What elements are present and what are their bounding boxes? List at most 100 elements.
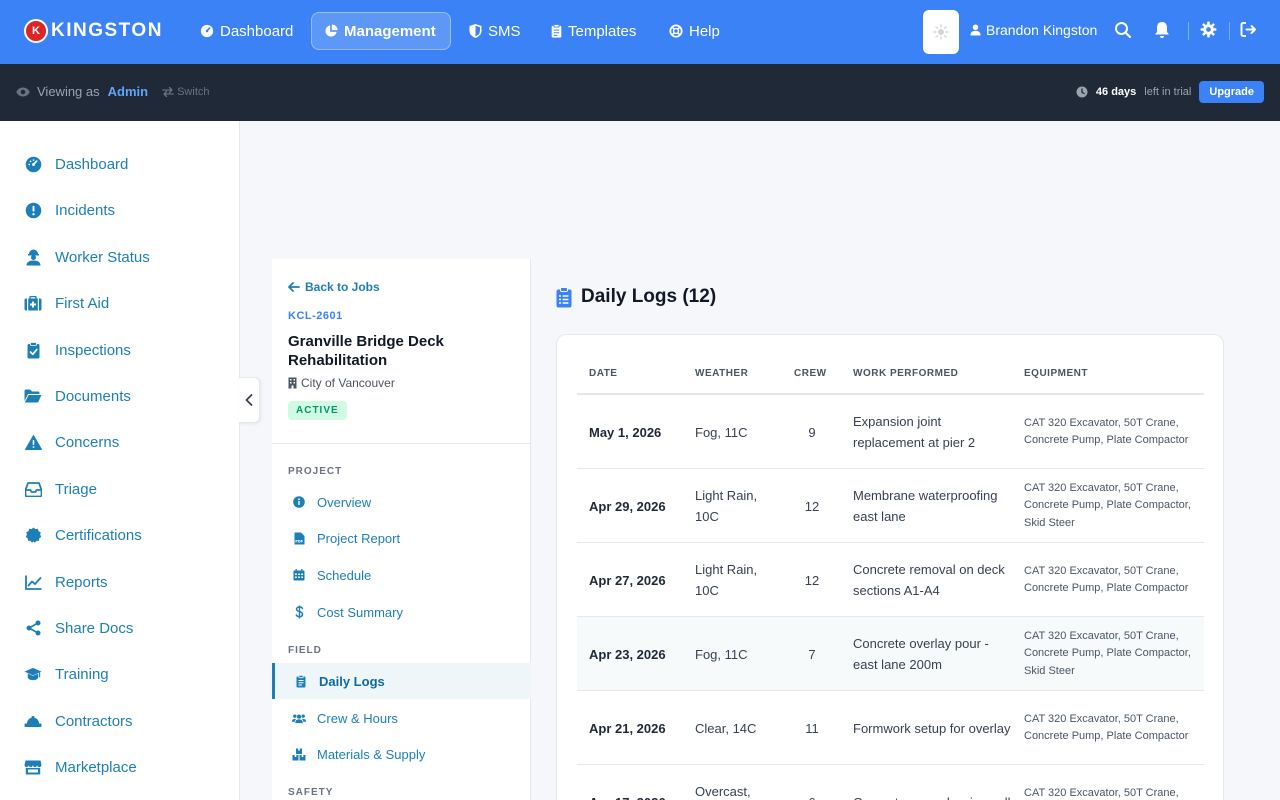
chevron-left-icon bbox=[245, 394, 253, 406]
column-header-equipment[interactable]: EQUIPMENT bbox=[1024, 368, 1088, 379]
job-client-label: City of Vancouver bbox=[301, 376, 395, 390]
job-code: KCL-2601 bbox=[288, 310, 343, 322]
column-header-crew[interactable]: CREW bbox=[794, 368, 827, 379]
sidebar-item-label: Certifications bbox=[55, 526, 142, 544]
gauge-icon bbox=[24, 156, 42, 173]
sidebar-item-concerns[interactable]: Concerns bbox=[24, 430, 119, 454]
sidebar-item-marketplace[interactable]: Marketplace bbox=[24, 755, 137, 779]
sidebar-item-dashboard[interactable]: Dashboard bbox=[24, 152, 128, 176]
share-icon bbox=[24, 620, 42, 636]
back-label: Back to Jobs bbox=[305, 280, 380, 294]
job-nav-cost-summary[interactable]: Cost Summary bbox=[272, 594, 531, 630]
table-row[interactable]: Apr 27, 2026 Light Rain, 10C 12 Concrete… bbox=[577, 543, 1204, 617]
sidebar-item-worker-status[interactable]: Worker Status bbox=[24, 245, 150, 269]
sidebar-item-inspections[interactable]: Inspections bbox=[24, 338, 131, 362]
brand-logo[interactable]: K KINGSTON bbox=[24, 19, 163, 43]
user-icon bbox=[970, 24, 981, 36]
cell-date: Apr 17, 2026 bbox=[589, 765, 689, 800]
sidebar-item-share-docs[interactable]: Share Docs bbox=[24, 616, 133, 640]
switch-label: Switch bbox=[177, 85, 210, 98]
sidebar-item-label: Dashboard bbox=[55, 155, 129, 173]
cell-crew: 12 bbox=[804, 498, 820, 514]
job-nav-schedule[interactable]: Schedule bbox=[272, 557, 531, 593]
job-nav-label: Overview bbox=[317, 494, 372, 510]
cell-weather: Light Rain, 10C bbox=[695, 562, 758, 598]
table-row[interactable]: Apr 23, 2026 Fog, 11C 7 Concrete overlay… bbox=[577, 617, 1204, 691]
column-header-weather[interactable]: WEATHER bbox=[695, 368, 748, 379]
cell-date: Apr 27, 2026 bbox=[589, 572, 666, 588]
cell-date: Apr 29, 2026 bbox=[589, 498, 666, 514]
sidebar-item-label: First Aid bbox=[55, 294, 110, 312]
table-row[interactable]: Apr 21, 2026 Clear, 14C 11 Formwork setu… bbox=[577, 691, 1204, 765]
boxes-icon bbox=[292, 748, 306, 761]
sidebar-item-label: Concerns bbox=[55, 433, 120, 451]
job-nav-crew-hours[interactable]: Crew & Hours bbox=[272, 700, 531, 736]
table-row[interactable]: Apr 17, 2026 Overcast, 12C 6 Concrete po… bbox=[577, 765, 1204, 800]
switch-role-button[interactable]: Switch bbox=[162, 85, 210, 98]
sidebar-item-contractors[interactable]: Contractors bbox=[24, 709, 133, 733]
topnav-sms[interactable]: SMS bbox=[457, 12, 533, 50]
sidebar-item-label: Worker Status bbox=[55, 248, 150, 266]
sidebar-item-label: Incidents bbox=[55, 201, 116, 219]
topnav-templates[interactable]: Templates bbox=[539, 12, 648, 50]
job-nav-label: Schedule bbox=[317, 567, 372, 583]
pie-chart-icon bbox=[324, 24, 338, 38]
user-menu[interactable]: Brandon Kingston bbox=[970, 22, 1097, 38]
gear-icon[interactable] bbox=[1200, 21, 1217, 38]
calendar-icon bbox=[292, 569, 306, 581]
topnav-dashboard-label: Dashboard bbox=[220, 22, 294, 40]
back-to-jobs-link[interactable]: Back to Jobs bbox=[288, 280, 380, 294]
topnav-management[interactable]: Management bbox=[311, 12, 451, 50]
sidebar-item-training[interactable]: Training bbox=[24, 662, 109, 686]
cell-equipment: CAT 320 Excavator, 50T Crane, Concrete P… bbox=[1024, 481, 1191, 529]
sidebar-item-first-aid[interactable]: First Aid bbox=[24, 291, 109, 315]
gauge-icon bbox=[200, 24, 214, 38]
job-client: City of Vancouver bbox=[288, 376, 395, 390]
sidebar-item-certifications[interactable]: Certifications bbox=[24, 523, 142, 547]
cell-work: Formwork setup for overlay bbox=[853, 720, 1011, 736]
sidebar-item-documents[interactable]: Documents bbox=[24, 384, 131, 408]
topnav-templates-label: Templates bbox=[568, 22, 637, 40]
job-nav-label: Project Report bbox=[317, 530, 401, 546]
section-project-heading: PROJECT bbox=[288, 466, 343, 477]
bell-icon[interactable] bbox=[1154, 21, 1170, 39]
cell-weather: Light Rain, 10C bbox=[695, 488, 758, 524]
clipboard-list-icon bbox=[556, 286, 572, 308]
search-icon[interactable] bbox=[1114, 21, 1132, 39]
column-header-date[interactable]: DATE bbox=[589, 368, 617, 379]
job-nav-project-report[interactable]: PDF Project Report bbox=[272, 520, 531, 556]
sun-icon bbox=[933, 24, 949, 40]
table-row[interactable]: Apr 29, 2026 Light Rain, 10C 12 Membrane… bbox=[577, 469, 1204, 543]
logout-icon[interactable] bbox=[1240, 21, 1257, 38]
cell-equipment: CAT 320 Excavator, 50T Crane, Concrete P… bbox=[1024, 786, 1179, 799]
sidebar-item-incidents[interactable]: Incidents bbox=[24, 198, 115, 222]
job-nav-overview[interactable]: Overview bbox=[272, 484, 531, 520]
sidebar-item-reports[interactable]: Reports bbox=[24, 570, 108, 594]
job-nav-label: Daily Logs bbox=[319, 673, 385, 689]
upgrade-button[interactable]: Upgrade bbox=[1199, 81, 1264, 103]
clock-icon bbox=[1076, 86, 1088, 98]
cell-date: Apr 21, 2026 bbox=[589, 720, 666, 736]
topnav-dashboard[interactable]: Dashboard bbox=[188, 12, 305, 50]
cell-crew: 6 bbox=[782, 765, 842, 800]
clipboard-list-icon bbox=[294, 674, 308, 688]
current-role: Admin bbox=[107, 84, 149, 99]
topnav-help[interactable]: Help bbox=[657, 12, 732, 50]
column-header-work[interactable]: WORK PERFORMED bbox=[853, 368, 958, 379]
clipboard-icon bbox=[551, 24, 562, 38]
viewing-label: Viewing as bbox=[37, 84, 100, 99]
theme-toggle-button[interactable] bbox=[923, 10, 959, 54]
folder-open-icon bbox=[24, 389, 42, 403]
job-nav-daily-logs[interactable]: Daily Logs bbox=[272, 663, 531, 699]
pdf-file-icon: PDF bbox=[292, 532, 306, 545]
job-nav-materials-supply[interactable]: Materials & Supply bbox=[272, 736, 531, 772]
sidebar-item-triage[interactable]: Triage bbox=[24, 477, 97, 501]
warning-triangle-icon bbox=[24, 434, 42, 450]
clipboard-check-icon bbox=[24, 341, 42, 359]
cell-equipment: CAT 320 Excavator, 50T Crane, Concrete P… bbox=[1024, 629, 1191, 677]
divider bbox=[1188, 22, 1189, 40]
cell-crew: 12 bbox=[804, 572, 820, 588]
topnav-help-label: Help bbox=[689, 22, 720, 40]
table-row[interactable]: May 1, 2026 Fog, 11C 9 Expansion joint r… bbox=[577, 395, 1204, 469]
sidebar-collapse-button[interactable] bbox=[239, 377, 260, 423]
